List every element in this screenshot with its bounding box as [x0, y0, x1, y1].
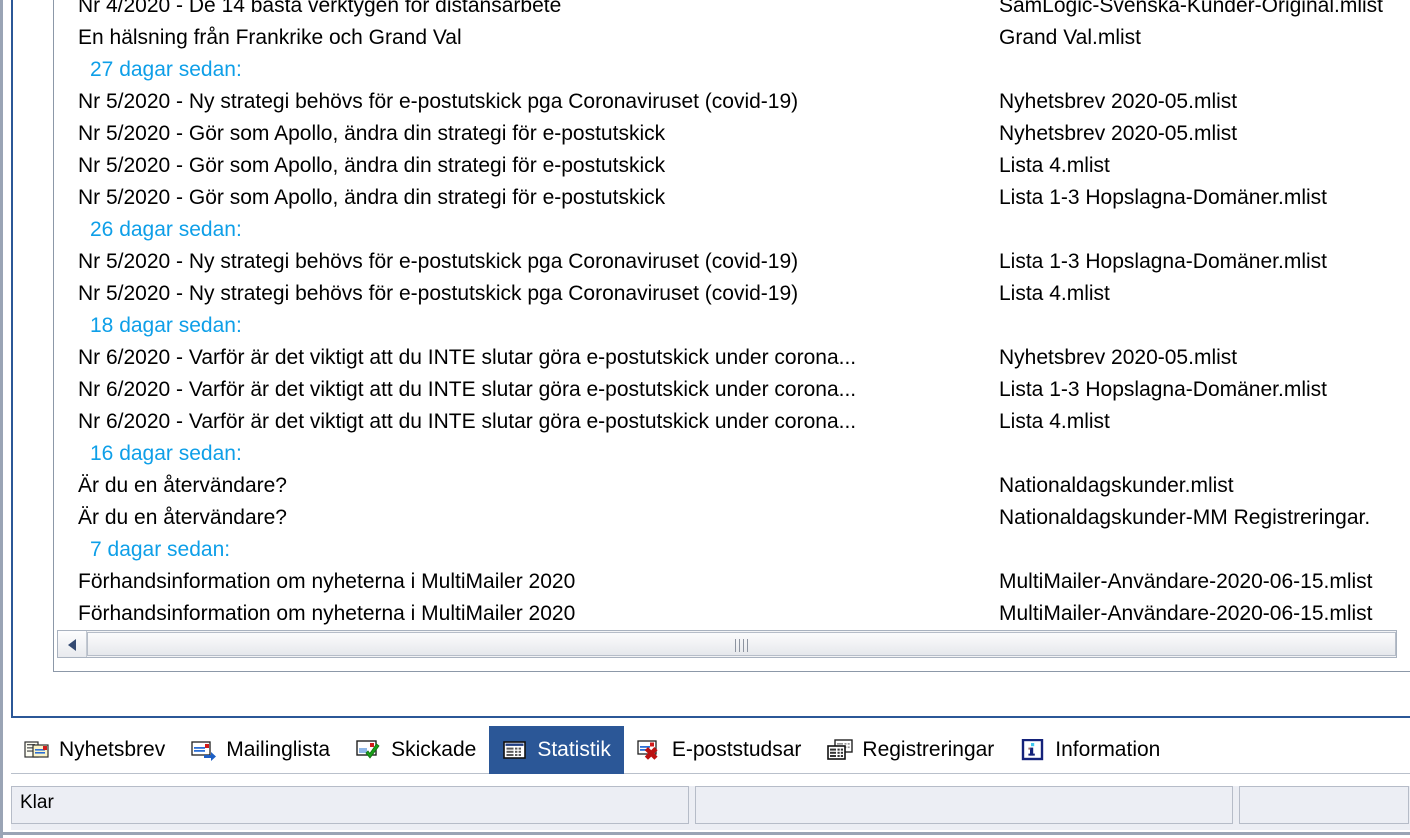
row-subject: Nr 4/2020 - De 14 bästa verktygen för di…	[78, 0, 562, 17]
window-bottom-rule	[3, 832, 1410, 835]
row-mailinglist: MultiMailer-Användare-2020-06-15.mlist	[999, 570, 1373, 593]
row-subject: Är du en återvändare?	[78, 506, 287, 529]
tab-registreringar[interactable]: Registreringar	[814, 726, 1007, 774]
newsletter-icon	[24, 739, 50, 761]
row-mailinglist: MultiMailer-Användare-2020-06-15.mlist	[999, 602, 1373, 625]
status-bar: Klar	[11, 786, 1410, 830]
list-group-header[interactable]: 27 dagar sedan:	[54, 54, 1410, 86]
scroll-left-arrow-icon[interactable]	[58, 631, 87, 657]
list-row[interactable]: En hälsning från Frankrike och Grand Val…	[54, 22, 1410, 54]
list-group-header[interactable]: 26 dagar sedan:	[54, 214, 1410, 246]
tab-e-poststudsar[interactable]: E-poststudsar	[624, 726, 815, 774]
row-subject: Nr 6/2020 - Varför är det viktigt att du…	[78, 346, 857, 369]
application-window: Nr 4/2020 - De 14 bästa verktygen för di…	[0, 0, 1410, 838]
horizontal-scrollbar[interactable]	[57, 630, 1397, 658]
tab-skickade[interactable]: Skickade	[343, 726, 489, 774]
scrollbar-grip-icon	[734, 639, 749, 652]
statistics-icon	[502, 739, 528, 761]
row-mailinglist: Grand Val.mlist	[999, 26, 1141, 49]
tab-label: Skickade	[391, 738, 477, 761]
list-row[interactable]: Nr 5/2020 - Gör som Apollo, ändra din st…	[54, 118, 1410, 150]
tab-bar: Nyhetsbrev Mailinglista Skickade Statistik E…	[11, 726, 1410, 774]
list-row[interactable]: Förhandsinformation om nyheterna i Multi…	[54, 598, 1410, 630]
tab-label: Registreringar	[862, 738, 995, 761]
tab-label: Nyhetsbrev	[59, 738, 166, 761]
list-row[interactable]: Är du en återvändare? Nationaldagskunder.…	[54, 470, 1410, 502]
client-panel: Nr 4/2020 - De 14 bästa verktygen för di…	[11, 0, 1410, 718]
row-mailinglist: Nyhetsbrev 2020-05.mlist	[999, 122, 1238, 145]
list-row[interactable]: Nr 4/2020 - De 14 bästa verktygen för di…	[54, 0, 1410, 22]
scrollbar-track[interactable]	[87, 631, 1396, 657]
row-mailinglist: SamLogic-Svenska-Kunder-Original.mlist	[999, 0, 1383, 17]
row-subject: Nr 5/2020 - Gör som Apollo, ändra din st…	[78, 122, 666, 145]
row-subject: Nr 5/2020 - Ny strategi behövs för e-pos…	[78, 250, 799, 273]
row-mailinglist: Lista 1-3 Hopslagna-Domäner.mlist	[999, 250, 1327, 273]
list-row[interactable]: Förhandsinformation om nyheterna i Multi…	[54, 566, 1410, 598]
registrations-icon	[827, 739, 854, 761]
row-subject: Nr 6/2020 - Varför är det viktigt att du…	[78, 410, 857, 433]
mailinglist-icon	[191, 739, 217, 761]
list-row[interactable]: Nr 6/2020 - Varför är det viktigt att du…	[54, 406, 1410, 438]
group-label: 27 dagar sedan:	[90, 58, 242, 81]
row-mailinglist: Lista 4.mlist	[999, 154, 1110, 177]
list-group-header[interactable]: 18 dagar sedan:	[54, 310, 1410, 342]
statistics-list-view[interactable]: Nr 4/2020 - De 14 bästa verktygen för di…	[53, 0, 1410, 672]
list-row[interactable]: Nr 5/2020 - Gör som Apollo, ändra din st…	[54, 182, 1410, 214]
list-row[interactable]: Nr 5/2020 - Ny strategi behövs för e-pos…	[54, 246, 1410, 278]
tab-label: Statistik	[537, 738, 611, 761]
group-label: 16 dagar sedan:	[90, 442, 242, 465]
row-mailinglist: Lista 1-3 Hopslagna-Domäner.mlist	[999, 186, 1327, 209]
row-subject: Nr 5/2020 - Ny strategi behövs för e-pos…	[78, 90, 799, 113]
list-rows-container: Nr 4/2020 - De 14 bästa verktygen för di…	[54, 0, 1410, 634]
row-mailinglist: Nationaldagskunder-MM Registreringar.	[999, 506, 1371, 529]
tab-mailinglista[interactable]: Mailinglista	[178, 726, 343, 774]
list-row[interactable]: Nr 6/2020 - Varför är det viktigt att du…	[54, 342, 1410, 374]
tab-label: Mailinglista	[226, 738, 331, 761]
tab-nyhetsbrev[interactable]: Nyhetsbrev	[11, 726, 178, 774]
row-subject: Nr 5/2020 - Gör som Apollo, ändra din st…	[78, 154, 666, 177]
list-row[interactable]: Nr 6/2020 - Varför är det viktigt att du…	[54, 374, 1410, 406]
list-row[interactable]: Är du en återvändare? Nationaldagskunder-…	[54, 502, 1410, 534]
row-subject: En hälsning från Frankrike och Grand Val	[78, 26, 462, 49]
group-label: 26 dagar sedan:	[90, 218, 242, 241]
row-mailinglist: Nyhetsbrev 2020-05.mlist	[999, 90, 1238, 113]
tab-information[interactable]: Information	[1007, 726, 1173, 774]
tab-label: Information	[1055, 738, 1161, 761]
row-subject: Är du en återvändare?	[78, 474, 287, 497]
group-label: 18 dagar sedan:	[90, 314, 242, 337]
list-row[interactable]: Nr 5/2020 - Gör som Apollo, ändra din st…	[54, 150, 1410, 182]
list-group-header[interactable]: 16 dagar sedan:	[54, 438, 1410, 470]
scrollbar-thumb[interactable]	[87, 632, 1396, 656]
tab-statistik[interactable]: Statistik	[489, 726, 624, 774]
row-mailinglist: Nationaldagskunder.mlist	[999, 474, 1234, 497]
row-mailinglist: Lista 4.mlist	[999, 282, 1110, 305]
row-mailinglist: Nyhetsbrev 2020-05.mlist	[999, 346, 1238, 369]
bounce-icon	[637, 739, 663, 761]
status-panel-tertiary	[1239, 786, 1409, 824]
sent-icon	[356, 739, 382, 761]
status-panel-message: Klar	[11, 786, 689, 824]
status-panel-secondary	[695, 786, 1233, 824]
row-subject: Förhandsinformation om nyheterna i Multi…	[78, 602, 576, 625]
row-mailinglist: Lista 4.mlist	[999, 410, 1110, 433]
info-icon	[1020, 738, 1046, 761]
list-row[interactable]: Nr 5/2020 - Ny strategi behövs för e-pos…	[54, 278, 1410, 310]
row-subject: Förhandsinformation om nyheterna i Multi…	[78, 570, 576, 593]
group-label: 7 dagar sedan:	[90, 538, 231, 561]
tab-label: E-poststudsar	[671, 738, 802, 761]
row-subject: Nr 5/2020 - Ny strategi behövs för e-pos…	[78, 282, 799, 305]
list-group-header[interactable]: 7 dagar sedan:	[54, 534, 1410, 566]
row-subject: Nr 6/2020 - Varför är det viktigt att du…	[78, 378, 857, 401]
row-subject: Nr 5/2020 - Gör som Apollo, ändra din st…	[78, 186, 666, 209]
row-mailinglist: Lista 1-3 Hopslagna-Domäner.mlist	[999, 378, 1327, 401]
list-row[interactable]: Nr 5/2020 - Ny strategi behövs för e-pos…	[54, 86, 1410, 118]
